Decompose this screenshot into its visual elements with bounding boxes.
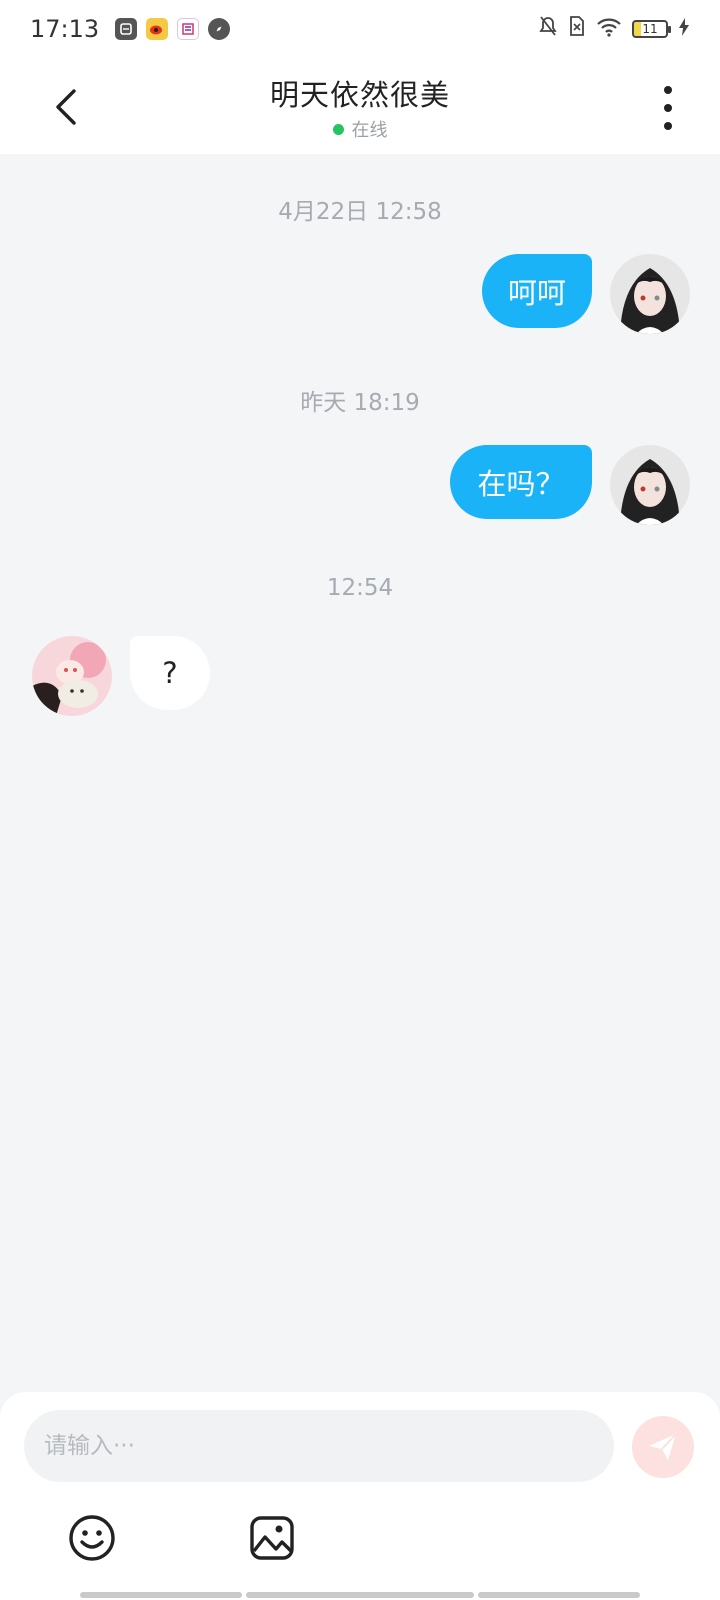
received-message-bubble[interactable]: ? [130,636,210,710]
my-avatar[interactable] [610,254,690,334]
title-area: 明天依然很美 在线 [0,72,720,142]
online-status: 在线 [0,116,720,142]
composer-panel [0,1392,720,1600]
message-timestamp: 4月22日 12:58 [278,199,442,225]
send-icon [649,1433,677,1460]
status-bar: 17:13 11 [0,0,720,58]
wifi-icon [596,15,622,43]
sent-message-bubble[interactable]: 呵呵 [482,254,592,328]
message-timestamp: 12:54 [326,575,394,601]
my-avatar[interactable] [610,445,690,525]
more-dot-icon [664,86,672,94]
battery-icon: 11 [632,20,671,38]
online-dot-icon [332,123,344,135]
image-icon [250,1516,294,1560]
send-button[interactable] [632,1416,694,1478]
online-status-label: 在线 [351,120,388,141]
chat-header: 明天依然很美 在线 [0,58,720,154]
nav-indicator-segment [478,1592,640,1598]
message-input[interactable] [24,1410,614,1482]
compass-icon [208,18,231,40]
contact-avatar[interactable] [32,636,112,716]
battery-level: 11 [642,22,658,36]
more-options-button[interactable] [656,86,680,130]
charging-icon [678,15,690,43]
status-time: 17:13 [30,15,100,43]
mute-icon [538,15,558,43]
nav-indicator-segment [80,1592,242,1598]
app-icon [115,18,138,40]
weibo-icon [146,18,169,40]
message-timestamp: 昨天 18:19 [300,390,420,416]
app-icon [177,18,200,40]
image-button[interactable] [246,1512,298,1564]
more-dot-icon [664,122,672,130]
more-dot-icon [664,104,672,112]
no-sim-icon [568,15,586,43]
emoji-button[interactable] [66,1512,118,1564]
chat-title: 明天依然很美 [269,78,450,112]
sent-message-bubble[interactable]: 在吗？ [450,445,592,519]
emoji-icon [69,1515,115,1561]
nav-indicator-segment [246,1592,474,1598]
